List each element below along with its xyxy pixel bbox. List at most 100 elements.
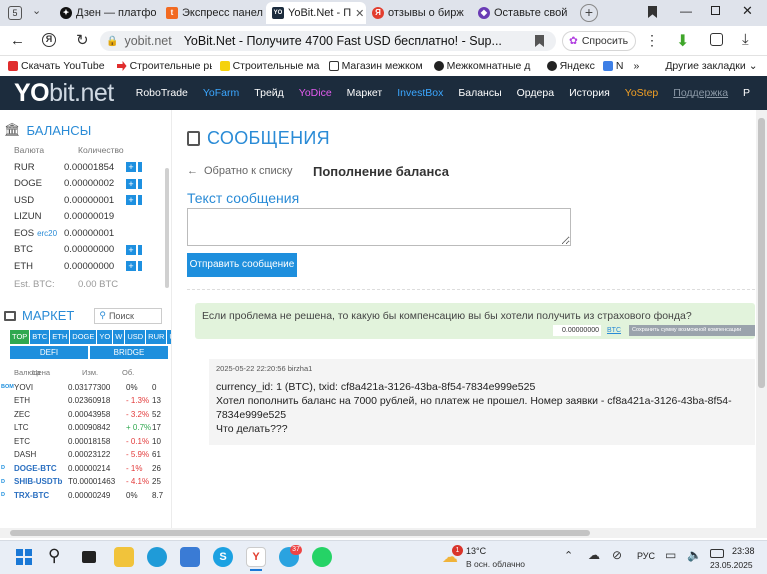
nav-item-6[interactable]: Балансы bbox=[458, 87, 501, 99]
edge-browser-icon[interactable] bbox=[147, 547, 167, 567]
yandex-logo-icon[interactable]: Я bbox=[42, 33, 56, 47]
deposit-plus-button[interactable]: + bbox=[126, 261, 136, 272]
nav-item-5[interactable]: InvestBox bbox=[397, 87, 443, 99]
new-tab-plus-icon[interactable]: + bbox=[580, 4, 598, 22]
tab-express-panel[interactable]: t Экспресс панел bbox=[166, 2, 266, 24]
deposit-plus-button[interactable]: + bbox=[126, 195, 136, 206]
market-filter-tab[interactable]: BTC bbox=[30, 329, 50, 344]
tab-leave-review[interactable]: ◆ Оставьте свой bbox=[478, 2, 576, 24]
insurance-amount-input[interactable]: 0.00000000 bbox=[553, 325, 601, 336]
market-pair[interactable]: TRX-BTC bbox=[14, 491, 68, 500]
currency-network-tag[interactable]: erc20 bbox=[37, 229, 57, 238]
nav-item-1[interactable]: YoFarm bbox=[203, 87, 239, 99]
download-arrow-icon[interactable]: ⬇ bbox=[676, 31, 689, 51]
tray-focus-icon[interactable]: ⊘ bbox=[612, 548, 622, 562]
horizontal-scrollbar[interactable] bbox=[0, 528, 767, 538]
nav-item-8[interactable]: История bbox=[569, 87, 610, 99]
nav-item-10[interactable]: Поддержка bbox=[673, 87, 728, 99]
nav-item-7[interactable]: Ордера bbox=[517, 87, 554, 99]
market-filter-tab[interactable]: YO bbox=[97, 329, 113, 344]
market-row[interactable]: D TRX-BTC 0.00000249 0% 8.7 bbox=[0, 489, 171, 503]
close-tab-icon[interactable]: ✕ bbox=[355, 7, 364, 20]
vertical-scrollbar[interactable] bbox=[756, 110, 767, 528]
market-pair[interactable]: SHIB-USDTb bbox=[14, 477, 68, 486]
whatsapp-icon[interactable] bbox=[312, 547, 332, 567]
withdraw-button[interactable] bbox=[138, 244, 142, 255]
send-message-button[interactable]: Отправить сообщение bbox=[187, 253, 297, 277]
back-to-list-link[interactable]: ← Обратно к списку bbox=[187, 165, 293, 177]
volume-icon[interactable]: 🔈 bbox=[687, 548, 702, 562]
deposit-plus-button[interactable]: + bbox=[126, 244, 136, 255]
save-compensation-button[interactable]: Сохранить сумму возможной компенсации bbox=[629, 325, 755, 336]
back-arrow-icon[interactable]: ← bbox=[10, 32, 25, 49]
market-filter-tab[interactable]: ETH bbox=[50, 329, 70, 344]
market-filter-tab[interactable]: DOGE bbox=[70, 329, 97, 344]
start-windows-icon[interactable] bbox=[16, 549, 32, 565]
bookmarks-overflow-icon[interactable]: » bbox=[633, 60, 639, 72]
language-indicator[interactable]: РУС bbox=[637, 551, 655, 561]
other-bookmarks[interactable]: Другие закладки ⌄ bbox=[665, 60, 757, 72]
task-view-icon[interactable] bbox=[82, 551, 96, 563]
horizontal-scroll-thumb[interactable] bbox=[10, 530, 590, 536]
market-row[interactable]: BOM YOVI 0.03177300 0% 0 bbox=[0, 381, 171, 395]
weather-widget[interactable]: ☁ 1 13°C В осн. облачно bbox=[440, 545, 550, 571]
market-row[interactable]: D SHIB-USDTb T0.00001463 - 4.1% 25 bbox=[0, 475, 171, 489]
market-pair[interactable]: DOGE-BTC bbox=[14, 464, 68, 473]
nav-item-9[interactable]: YoStep bbox=[625, 87, 658, 99]
yobit-logo[interactable]: YObit.net bbox=[14, 79, 114, 108]
tab-yobit[interactable]: YO YoBit.Net - П ✕ bbox=[266, 2, 366, 24]
tab-count-badge[interactable]: 5 bbox=[8, 6, 22, 20]
tray-cloud-icon[interactable]: ☁ bbox=[588, 548, 600, 562]
reload-icon[interactable]: ↻ bbox=[76, 31, 89, 49]
bookmark-item[interactable]: N bbox=[602, 60, 623, 72]
downloads-icon[interactable]: ⤓ bbox=[742, 31, 749, 48]
market-row[interactable]: LTC 0.00090842 + 0.7% 17 bbox=[0, 421, 171, 435]
deposit-plus-button[interactable]: + bbox=[126, 162, 136, 173]
bookmark-item[interactable]: Магазин межком bbox=[328, 60, 426, 72]
sidebar-scrollbar[interactable] bbox=[165, 168, 169, 288]
minimize-icon[interactable]: — bbox=[680, 4, 692, 18]
market-filter-tab[interactable]: RUR bbox=[146, 329, 167, 344]
nav-item-0[interactable]: RoboTrade bbox=[136, 87, 188, 99]
nav-item-3[interactable]: YoDice bbox=[299, 87, 332, 99]
withdraw-button[interactable] bbox=[138, 162, 142, 173]
deposit-plus-button[interactable]: + bbox=[126, 178, 136, 189]
defi-button[interactable]: DEFI bbox=[10, 345, 88, 359]
tray-chevron-up-icon[interactable]: ⌃ bbox=[564, 549, 573, 562]
bookmark-item[interactable]: Скачать YouTube bbox=[8, 60, 105, 72]
market-row[interactable]: ZEC 0.00043958 - 3.2% 52 bbox=[0, 408, 171, 422]
market-filter-tab[interactable]: USDT bbox=[167, 329, 171, 344]
vertical-scroll-thumb[interactable] bbox=[758, 118, 765, 388]
tab-reviews[interactable]: Я отзывы о бирж bbox=[372, 2, 472, 24]
network-icon[interactable]: ▭ bbox=[665, 548, 676, 562]
tab-list-chevron-icon[interactable]: ⌄ bbox=[32, 4, 41, 17]
bookmark-item[interactable]: Строительные ры bbox=[116, 60, 212, 72]
address-bar[interactable]: 🔒 yobit.net YoBit.Net - Получите 4700 Fa… bbox=[100, 31, 556, 51]
bookmark-item[interactable]: Межкомнатные д bbox=[433, 60, 539, 72]
market-filter-tab[interactable]: W bbox=[113, 329, 125, 344]
tab-dzen[interactable]: ✦ Дзен — платфо bbox=[60, 2, 162, 24]
search-icon[interactable]: ⚲ bbox=[48, 546, 60, 566]
bookmark-item[interactable]: Строительные ма bbox=[219, 60, 321, 72]
market-row[interactable]: D DOGE-BTC 0.00000214 - 1% 26 bbox=[0, 462, 171, 476]
nav-item-11[interactable]: P bbox=[743, 87, 750, 99]
market-search-input[interactable]: ⚲ Поиск bbox=[94, 307, 163, 324]
clock-time[interactable]: 23:38 bbox=[732, 546, 755, 556]
ask-ai-button[interactable]: ✿ Спросить bbox=[562, 31, 636, 51]
message-textarea[interactable] bbox=[187, 208, 571, 246]
bridge-button[interactable]: BRIDGE bbox=[90, 345, 168, 359]
withdraw-button[interactable] bbox=[138, 195, 142, 206]
market-row[interactable]: ETC 0.00018158 - 0.1% 10 bbox=[0, 435, 171, 449]
file-explorer-icon[interactable] bbox=[114, 547, 134, 567]
collections-icon[interactable] bbox=[710, 33, 723, 46]
clock-date[interactable]: 23.05.2025 bbox=[710, 560, 753, 570]
store-icon[interactable] bbox=[180, 547, 200, 567]
skype-icon[interactable]: S bbox=[213, 547, 233, 567]
withdraw-button[interactable] bbox=[138, 261, 142, 272]
more-menu-icon[interactable]: ⋮ bbox=[645, 32, 659, 49]
nav-item-2[interactable]: Трейд bbox=[254, 87, 284, 99]
market-filter-tab[interactable]: USD bbox=[125, 329, 146, 344]
market-row[interactable]: ETH 0.02360918 - 1.3% 13 bbox=[0, 394, 171, 408]
market-row[interactable]: DASH 0.00023122 - 5.9% 61 bbox=[0, 448, 171, 462]
nav-item-4[interactable]: Маркет bbox=[347, 87, 383, 99]
